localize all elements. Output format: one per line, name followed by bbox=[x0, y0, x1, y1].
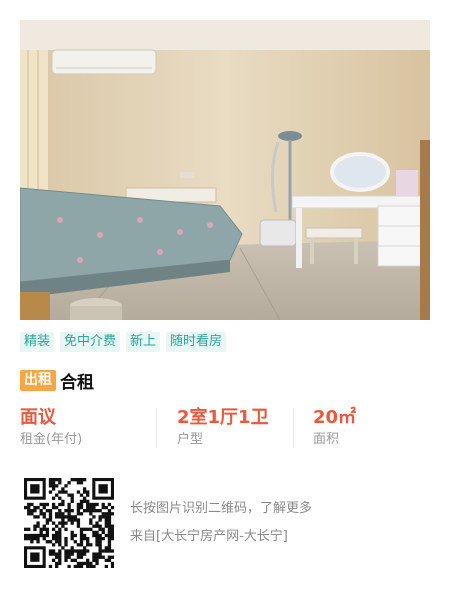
room-photo[interactable] bbox=[20, 20, 430, 320]
rent-type: 合租 bbox=[60, 372, 94, 393]
stat-area-label: 面积 bbox=[313, 432, 340, 447]
qr-hint: 长按图片识别二维码，了解更多 bbox=[130, 501, 313, 516]
stat-layout-label: 户型 bbox=[177, 432, 204, 447]
feature-tags: 精装 免中介费 新上 随时看房 bbox=[20, 332, 227, 352]
qr-code[interactable] bbox=[24, 478, 114, 568]
listing-title: 出租 合租 bbox=[20, 368, 94, 393]
tag-new-listing: 新上 bbox=[126, 332, 161, 352]
tag-decoration: 精装 bbox=[20, 332, 55, 352]
tag-no-agent-fee: 免中介费 bbox=[60, 332, 121, 352]
listing-stats: 面议 租金(年付) 2室1厅1卫 户型 20㎡ 面积 bbox=[20, 406, 430, 454]
stat-rent-value: 面议 bbox=[20, 407, 56, 428]
qr-source: 来自[大长宁房产网-大长宁] bbox=[130, 529, 288, 544]
stat-layout: 2室1厅1卫 户型 bbox=[177, 406, 269, 449]
stat-divider bbox=[293, 408, 294, 448]
tag-anytime-viewing: 随时看房 bbox=[166, 332, 227, 352]
stat-divider bbox=[156, 408, 157, 448]
stat-area: 20㎡ 面积 bbox=[313, 406, 356, 449]
stat-area-value: 20㎡ bbox=[313, 407, 357, 428]
stat-rent-label: 租金(年付) bbox=[20, 432, 83, 447]
stat-layout-value: 2室1厅1卫 bbox=[177, 407, 269, 428]
stat-rent: 面议 租金(年付) bbox=[20, 406, 82, 449]
rent-badge: 出租 bbox=[20, 369, 56, 391]
